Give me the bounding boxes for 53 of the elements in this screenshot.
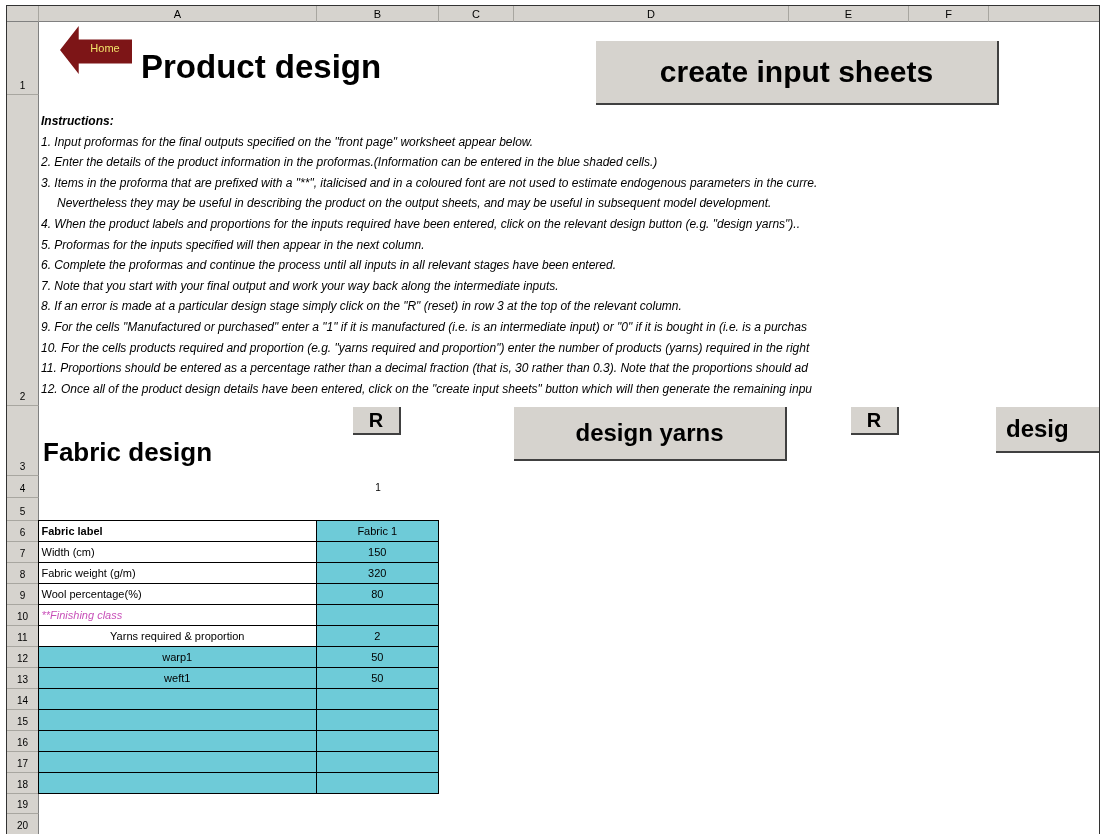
table-cell: Fabric 1 xyxy=(315,519,439,542)
instruction-text: 12. Once all of the product design details have been entered, click on the "create input sheets" button which will then generate the remaining inpu xyxy=(41,380,812,398)
page-title: Product design xyxy=(141,48,383,86)
row-header[interactable]: 9 xyxy=(7,584,39,605)
row-header[interactable]: 6 xyxy=(7,521,39,542)
row-header[interactable]: 10 xyxy=(7,605,39,626)
instruction-text: 5. Proformas for the inputs specified will then appear in the next column. xyxy=(41,236,425,254)
instruction-text: 2. Enter the details of the product information in the proformas.(Information can be entered in the blue shaded cells.) xyxy=(41,154,658,172)
row-header[interactable]: 19 xyxy=(7,794,39,814)
row-header[interactable]: 7 xyxy=(7,542,39,563)
column-header[interactable]: E xyxy=(789,6,909,22)
column-header[interactable] xyxy=(989,6,1099,22)
section-title: Fabric design xyxy=(43,437,213,468)
row-header[interactable]: 18 xyxy=(7,773,39,794)
row-header[interactable]: 13 xyxy=(7,668,39,689)
row-header[interactable]: 16 xyxy=(7,731,39,752)
row-header[interactable]: 8 xyxy=(7,563,39,584)
row-header[interactable]: 17 xyxy=(7,752,39,773)
row-header[interactable]: 5 xyxy=(7,498,39,521)
counter-value: 1 xyxy=(375,481,381,493)
row-header[interactable]: 4 xyxy=(7,476,39,498)
column-header[interactable]: B xyxy=(317,6,439,22)
instruction-text: 4. When the product labels and proportions for the inputs required have been entered, click on the relevant design button (e.g. "design yarns").. xyxy=(41,215,800,233)
instruction-text: 10. For the cells products required and proportion (e.g. "yarns required and proportion") enter the number of products (yarns) required in the right xyxy=(41,339,810,357)
design-button[interactable]: desig xyxy=(996,407,1099,453)
row-header[interactable]: 11 xyxy=(7,626,39,647)
instruction-text: Nevertheless they may be useful in describing the product on the output sheets, and may be useful in subsequent model development. xyxy=(56,195,772,213)
instruction-text: 9. For the cells "Manufactured or purchased" enter a "1" if it is manufactured (i.e. is an intermediate input) or "0" if it is bought in (i.e. is a purchas xyxy=(41,318,807,336)
instruction-text: 6. Complete the proformas and continue the process until all inputs in all relevant stages have been entered. xyxy=(41,257,616,275)
column-header[interactable]: F xyxy=(909,6,989,22)
row-header[interactable]: 12 xyxy=(7,647,39,668)
row-header[interactable]: 20 xyxy=(7,814,39,834)
column-header[interactable]: A xyxy=(39,6,317,22)
create-input-sheets-button[interactable]: create input sheets xyxy=(596,41,999,105)
instruction-text: 7. Note that you start with your final output and work your way back along the intermediate inputs. xyxy=(41,277,559,295)
table-cell: Fabric label xyxy=(37,519,317,542)
instruction-text: 8. If an error is made at a particular design stage simply click on the "R" (reset) in row 3 at the top of the relevant column. xyxy=(41,298,682,316)
row-header[interactable]: 1 xyxy=(7,22,39,95)
instruction-text: 3. Items in the proforma that are prefixed with a "**", italicised and in a coloured font are not used to estimate endogenous parameters in the curre. xyxy=(41,174,818,192)
instruction-text: 11. Proportions should be entered as a percentage rather than a decimal fraction (that is, 30 rather than 0.3). Note that the proportions should ad xyxy=(41,360,808,378)
home-button[interactable]: Home xyxy=(60,26,132,74)
instructions-heading: Instructions: xyxy=(41,113,115,130)
column-header[interactable]: D xyxy=(514,6,789,22)
row-header[interactable]: 2 xyxy=(7,95,39,406)
design-button[interactable]: design yarns xyxy=(514,407,787,461)
select-all-corner[interactable] xyxy=(7,6,39,22)
column-header[interactable]: C xyxy=(439,6,514,22)
instruction-text: 1. Input proformas for the final outputs specified on the "front page" worksheet appear below. xyxy=(41,133,534,151)
row-header[interactable]: 3 xyxy=(7,406,39,476)
row-header[interactable]: 15 xyxy=(7,710,39,731)
reset-button[interactable]: R xyxy=(353,407,401,435)
row-header[interactable]: 14 xyxy=(7,689,39,710)
reset-button[interactable]: R xyxy=(851,407,899,435)
